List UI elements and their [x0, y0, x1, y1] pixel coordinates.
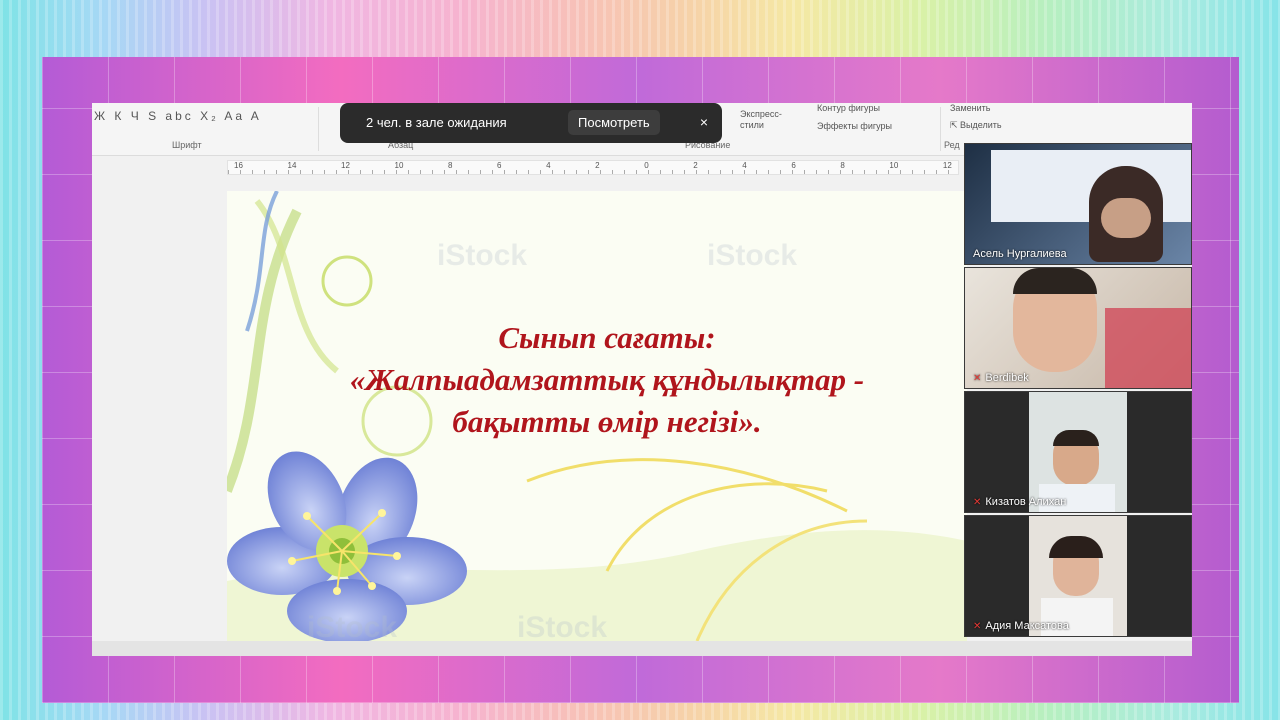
ribbon-divider	[318, 107, 319, 151]
screen-capture: Ж К Ч S abc X₂ Aa A Шрифт Абзац Рисовани…	[92, 103, 1192, 656]
participant-name: ✕ Кизатов Алихан	[973, 496, 1066, 508]
slide-title-line1: Сынып сағаты:	[498, 320, 716, 355]
watermark: iStock	[437, 239, 528, 272]
ruler-number: 2	[595, 161, 600, 170]
cursor-icon: ⇱	[950, 120, 961, 130]
waiting-room-text: 2 чел. в зале ожидания	[366, 115, 507, 130]
ruler-number: 6	[791, 161, 796, 170]
participant-name: ✕ Адия Максатова	[973, 620, 1069, 632]
select-button[interactable]: ⇱ Выделить	[950, 120, 1002, 131]
participant-tile[interactable]: ✕ Адия Максатова	[964, 515, 1192, 637]
ruler-number: 8	[448, 161, 453, 170]
ruler-number: 2	[693, 161, 698, 170]
muted-mic-icon: ✕	[973, 497, 982, 508]
watermark: iStock	[307, 611, 398, 641]
ruler-number: 12	[942, 161, 952, 170]
watermark: iStock	[517, 611, 608, 641]
ruler-number: 0	[644, 161, 649, 170]
participant-tile[interactable]: Асель Нургалиева	[964, 143, 1192, 265]
express-styles-button[interactable]: Экспресс- стили	[740, 109, 782, 131]
participant-name: ✕ Berdibek	[973, 372, 1029, 384]
video-feed-face	[1101, 198, 1151, 238]
group-font-label: Шрифт	[172, 140, 202, 150]
watermark: iStock	[707, 239, 798, 272]
slide-title-line3: бақытты өмір негізі».	[452, 404, 762, 439]
replace-button[interactable]: Заменить	[950, 103, 990, 113]
ruler-number: 4	[546, 161, 551, 170]
view-waiting-room-button[interactable]: Посмотреть	[568, 110, 660, 135]
participant-name: Асель Нургалиева	[973, 248, 1067, 260]
ruler-number: 8	[840, 161, 845, 170]
participant-name-label: Адия Максатова	[985, 620, 1069, 632]
muted-mic-icon: ✕	[973, 621, 982, 632]
ruler-number: 4	[742, 161, 747, 170]
participant-name-label: Кизатов Алихан	[985, 496, 1067, 508]
font-format-icons[interactable]: Ж К Ч S abc X₂ Aa A	[94, 109, 262, 123]
shape-outline-button[interactable]: Контур фигуры	[817, 103, 880, 113]
select-label: Выделить	[960, 120, 1002, 130]
ruler-number: 12	[341, 161, 350, 170]
waiting-room-notification: 2 чел. в зале ожидания Посмотреть ×	[340, 103, 722, 143]
horizontal-ruler: 16 14 12 10 8 6 4 2 0 2 4 6 8 10 12	[227, 160, 959, 175]
close-icon[interactable]: ×	[700, 114, 708, 130]
participant-name-label: Berdibek	[985, 372, 1029, 384]
ruler-number: 10	[394, 161, 404, 170]
ruler-number: 6	[497, 161, 502, 170]
group-edit-label: Ред	[944, 140, 960, 150]
ruler-number: 16	[234, 161, 243, 170]
shape-effects-button[interactable]: Эффекты фигуры	[817, 121, 892, 131]
presentation-slide: iStock iStock iStock iStock Сынып сағаты…	[227, 191, 967, 641]
muted-mic-icon: ✕	[973, 373, 982, 384]
slide-title-line2: «Жалпыадамзаттық құндылықтар -	[349, 362, 865, 397]
ribbon-divider	[940, 107, 941, 151]
video-feed-hair	[1013, 268, 1097, 294]
slide-title: Сынып сағаты: «Жалпыадамзаттық құндылықт…	[227, 317, 967, 443]
video-feed-hair	[1053, 430, 1099, 446]
ruler-number: 10	[889, 161, 899, 170]
participant-tile[interactable]: ✕ Кизатов Алихан	[964, 391, 1192, 513]
status-bar	[92, 641, 1192, 656]
ruler-number: 14	[287, 161, 297, 170]
video-feed-blanket	[1105, 308, 1191, 388]
ruler-numbers: 16 14 12 10 8 6 4 2 0 2 4 6 8 10 12	[228, 161, 958, 174]
participant-tile[interactable]: ✕ Berdibek	[964, 267, 1192, 389]
